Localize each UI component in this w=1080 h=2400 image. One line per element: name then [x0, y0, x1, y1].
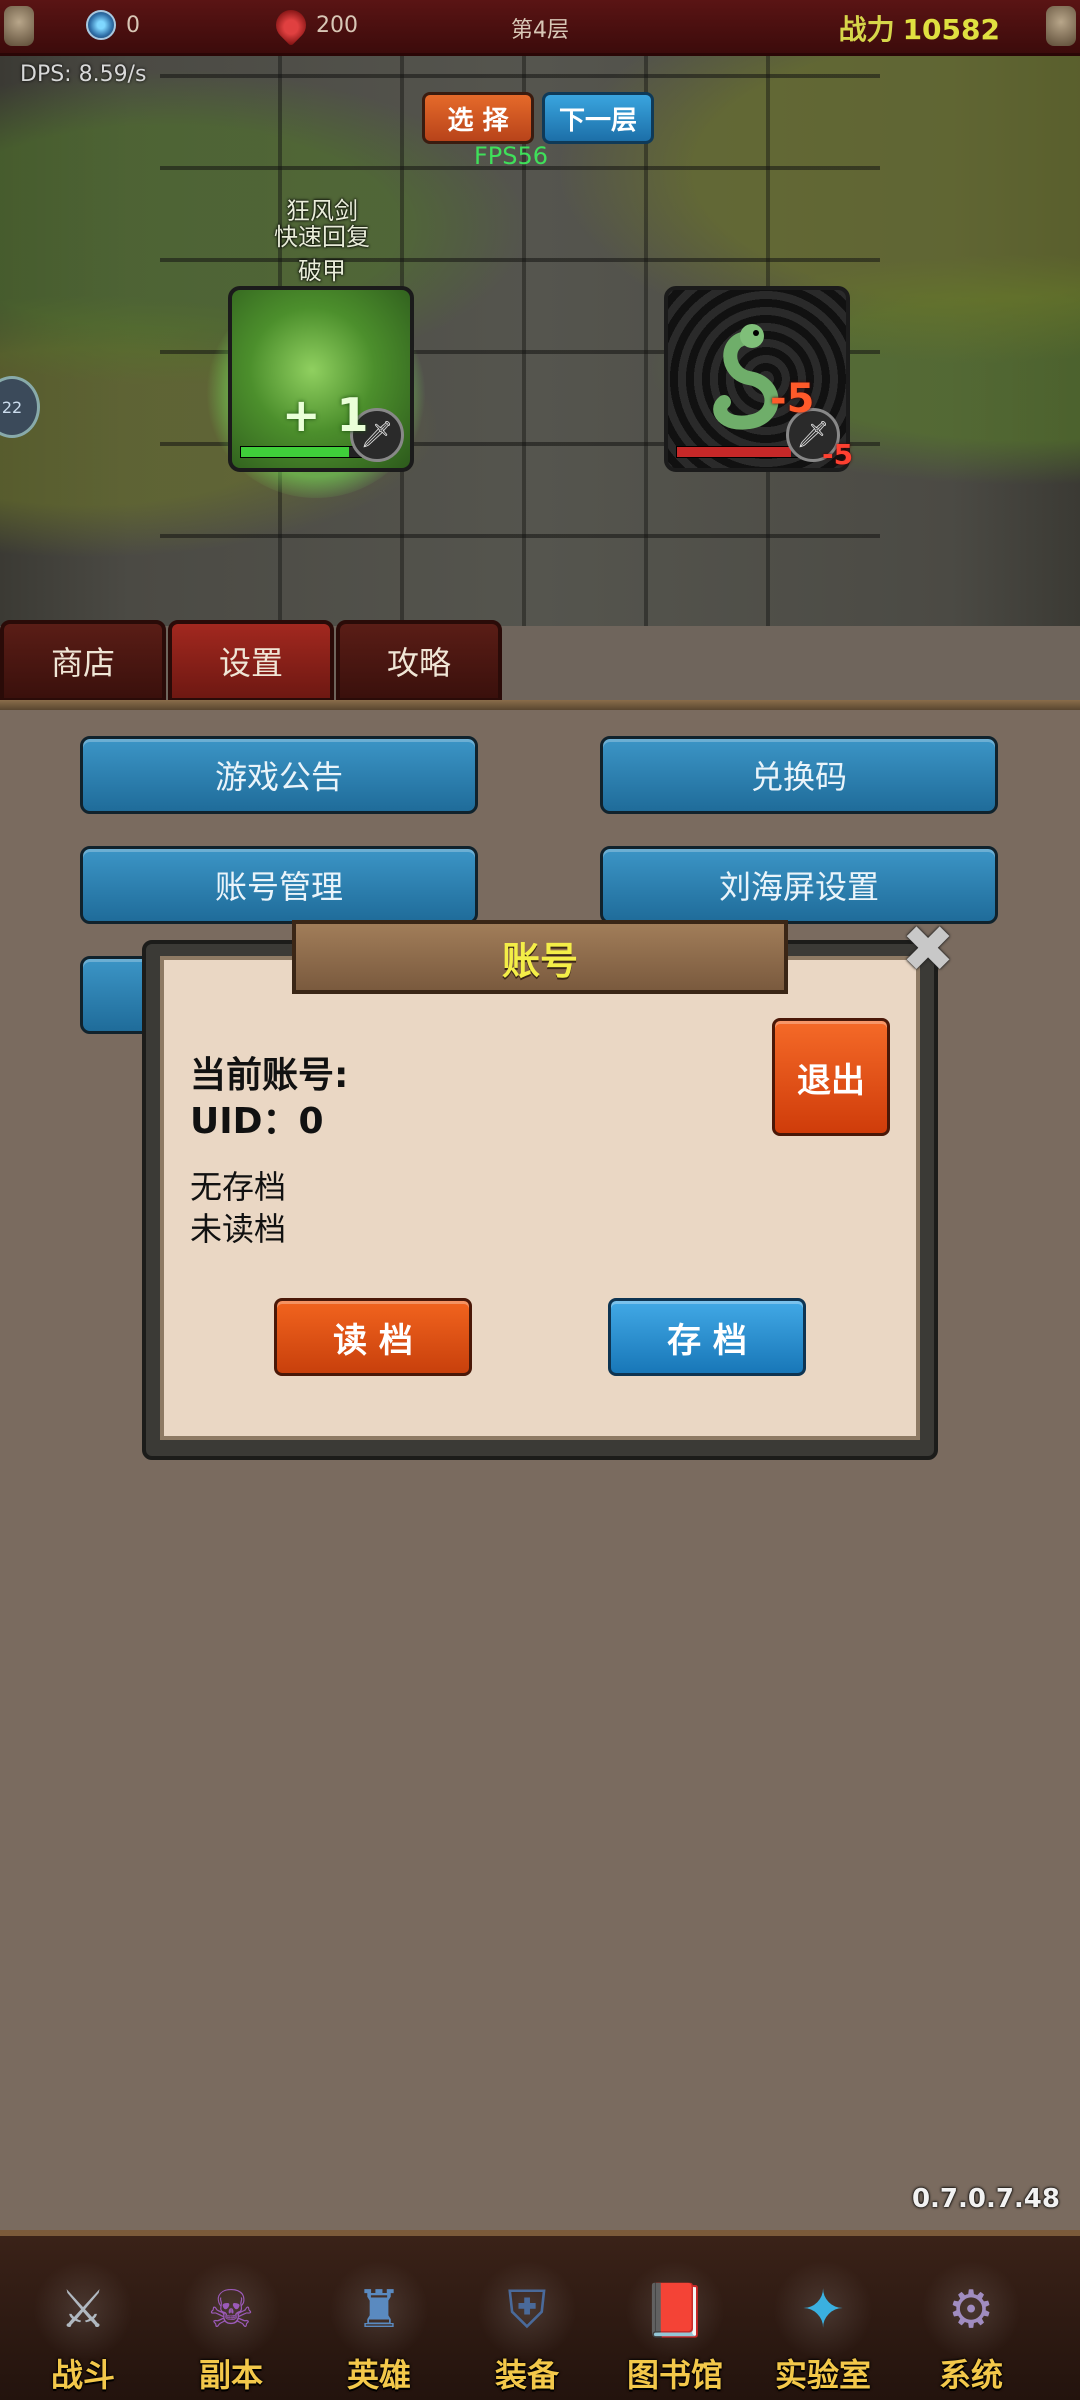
nav-label: 装备 — [494, 2356, 559, 2394]
damage-popup: -5 — [770, 376, 815, 422]
gear-icon: ⚙ — [921, 2260, 1021, 2360]
load-save-button[interactable]: 读 档 — [274, 1298, 472, 1376]
nav-item-5[interactable]: ✦ 实验室 — [758, 2250, 888, 2400]
dialog-title: 账号 — [292, 920, 788, 994]
load-status: 未读档 — [190, 1210, 287, 1248]
nav-item-1[interactable]: ☠ 副本 — [166, 2250, 296, 2400]
damage-popup-small: -5 — [822, 438, 854, 471]
nav-label: 战斗 — [50, 2356, 115, 2394]
buff-list: 狂风剑 快速回复 破甲 — [262, 198, 382, 284]
nav-label: 英雄 — [346, 2356, 411, 2394]
hero-hp-bar — [240, 446, 362, 458]
announcement-button[interactable]: 游戏公告 — [80, 736, 478, 814]
hero-card[interactable]: 🗡 — [228, 286, 414, 472]
nav-item-0[interactable]: ⚔ 战斗 — [18, 2250, 148, 2400]
side-bubble[interactable]: 22 — [0, 376, 40, 438]
battle-scene: DPS: 8.59/s 选 择 下一层 FPS56 狂风剑 快速回复 破甲 🗡 … — [0, 56, 1080, 626]
tab-settings[interactable]: 设置 — [168, 620, 334, 702]
bottom-nav: ⚔ 战斗 ☠ 副本 ♜ 英雄 ⛨ 装备 📕 图书馆 ✦ 实验室 ⚙ 系统 — [0, 2230, 1080, 2400]
hero-hp-fill — [241, 447, 349, 457]
armor-icon: ⛨ — [477, 2260, 577, 2360]
top-status-bar: 0 200 第4层 战力 10582 — [0, 0, 1080, 56]
nav-label: 实验室 — [774, 2356, 871, 2394]
nav-label: 系统 — [938, 2356, 1003, 2394]
logout-button[interactable]: 退出 — [772, 1018, 890, 1136]
tab-guide[interactable]: 攻略 — [336, 620, 502, 702]
save-status: 无存档 — [190, 1168, 287, 1206]
nav-item-2[interactable]: ♜ 英雄 — [314, 2250, 444, 2400]
buff-item: 狂风剑 — [286, 197, 358, 225]
enemy-hp-fill — [677, 447, 791, 457]
combat-power: 战力 10582 — [839, 8, 1000, 48]
panel-divider — [0, 700, 1080, 710]
tab-shop[interactable]: 商店 — [0, 620, 166, 702]
heal-popup: + 1 — [282, 388, 369, 442]
buff-item: 破甲 — [298, 257, 346, 285]
nav-label: 图书馆 — [626, 2356, 723, 2394]
nav-item-3[interactable]: ⛨ 装备 — [462, 2250, 592, 2400]
uid-label: UID：0 — [190, 1101, 324, 1142]
power-label: 战力 — [838, 13, 895, 46]
next-floor-button[interactable]: 下一层 — [542, 92, 654, 144]
buff-item: 快速回复 — [274, 223, 370, 251]
book-icon: 📕 — [625, 2260, 725, 2360]
crossed-swords-icon: ⚔ — [33, 2260, 133, 2360]
demon-skull-icon: ☠ — [181, 2260, 281, 2360]
knight-helmet-icon: ♜ — [329, 2260, 429, 2360]
select-button[interactable]: 选 择 — [422, 92, 534, 144]
bar-cap-right — [1046, 6, 1076, 46]
account-management-button[interactable]: 账号管理 — [80, 846, 478, 924]
save-game-button[interactable]: 存 档 — [608, 1298, 806, 1376]
version-label: 0.7.0.7.48 — [911, 2184, 1060, 2214]
dps-readout: DPS: 8.59/s — [20, 62, 147, 87]
crystal-icon: ✦ — [773, 2260, 873, 2360]
close-icon[interactable]: ✖ — [896, 918, 960, 982]
nav-item-6[interactable]: ⚙ 系统 — [906, 2250, 1036, 2400]
nav-item-4[interactable]: 📕 图书馆 — [610, 2250, 740, 2400]
fps-counter: FPS56 — [474, 142, 549, 170]
nav-label: 副本 — [198, 2356, 263, 2394]
current-account-label: 当前账号: — [190, 1055, 349, 1096]
enemy-hp-bar — [676, 446, 798, 458]
tab-bar: 商店 设置 攻略 — [0, 620, 502, 704]
power-value: 10582 — [902, 13, 1000, 46]
redeem-code-button[interactable]: 兑换码 — [600, 736, 998, 814]
